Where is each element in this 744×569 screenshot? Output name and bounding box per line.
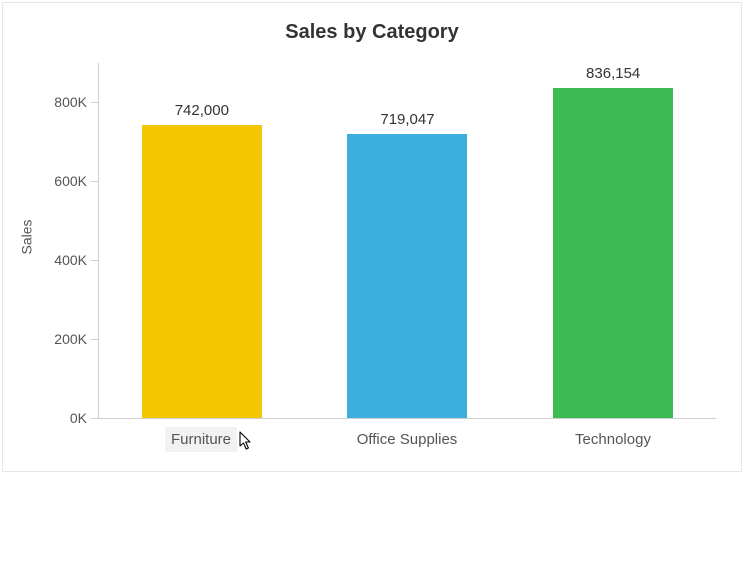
x-axis-label[interactable]: Technology — [569, 427, 657, 452]
y-tick-label: 400K — [54, 252, 87, 268]
y-tick-label: 0K — [70, 410, 87, 426]
y-tick-label: 800K — [54, 94, 87, 110]
x-axis-labels: Furniture Office Supplies Technology — [98, 421, 716, 451]
plot-area: 742,000719,047836,154 0K200K400K600K800K — [98, 63, 716, 419]
x-axis-label[interactable]: Office Supplies — [351, 427, 464, 452]
y-axis-label: Sales — [19, 219, 35, 254]
bar[interactable]: 836,154 — [553, 88, 673, 418]
y-tick-label: 200K — [54, 331, 87, 347]
bar-value-label: 742,000 — [175, 102, 229, 119]
bar-value-label: 836,154 — [586, 65, 640, 82]
bar-value-label: 719,047 — [380, 111, 434, 128]
y-tick — [91, 339, 99, 340]
x-axis-label[interactable]: Furniture — [165, 427, 237, 452]
y-tick — [91, 418, 99, 419]
y-tick — [91, 260, 99, 261]
chart-card: Sales by Category Sales 742,000 719,047 83… — [2, 2, 742, 472]
bar-slot: 742,000 — [99, 63, 305, 418]
bar-slot: 836,154 — [510, 63, 716, 418]
bars-container: 742,000 719,047 836,154 — [99, 63, 716, 418]
chart-title: Sales by Category — [3, 21, 741, 44]
y-tick-label: 600K — [54, 173, 87, 189]
bar[interactable]: 719,047 — [347, 134, 467, 418]
bar-slot: 719,047 — [305, 63, 511, 418]
y-tick — [91, 181, 99, 182]
bar[interactable]: 742,000 — [142, 125, 262, 418]
y-tick — [91, 102, 99, 103]
